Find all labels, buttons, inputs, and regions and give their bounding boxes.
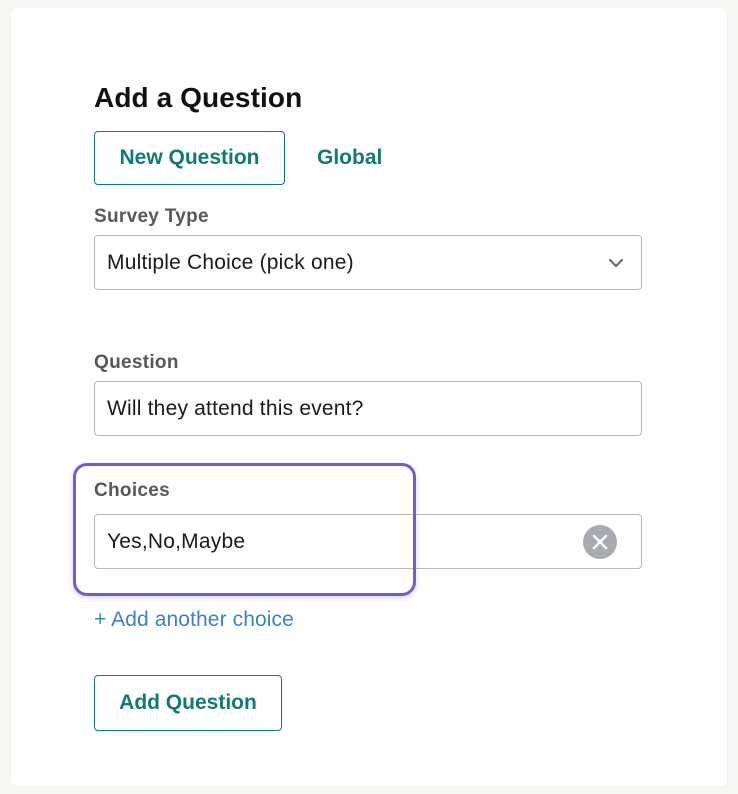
add-question-card: Add a Question New Question Global Surve… [11,8,727,786]
add-another-choice-link[interactable]: + Add another choice [94,608,294,632]
choices-input[interactable]: Yes,No,Maybe [94,514,642,569]
page-title: Add a Question [94,82,303,113]
question-value: Will they attend this event? [107,396,364,420]
survey-type-select[interactable]: Multiple Choice (pick one) [94,235,642,290]
close-icon [592,534,608,550]
question-label: Question [94,352,179,373]
question-input[interactable]: Will they attend this event? [94,381,642,436]
survey-type-value: Multiple Choice (pick one) [107,250,354,274]
clear-choices-button[interactable] [583,525,617,559]
add-question-button[interactable]: Add Question [94,675,282,731]
chevron-down-icon [608,258,624,268]
survey-type-label: Survey Type [94,206,209,227]
choices-value: Yes,No,Maybe [107,529,246,553]
tab-global[interactable]: Global [317,131,382,185]
choices-label: Choices [94,480,171,501]
tab-new-question[interactable]: New Question [94,131,285,185]
